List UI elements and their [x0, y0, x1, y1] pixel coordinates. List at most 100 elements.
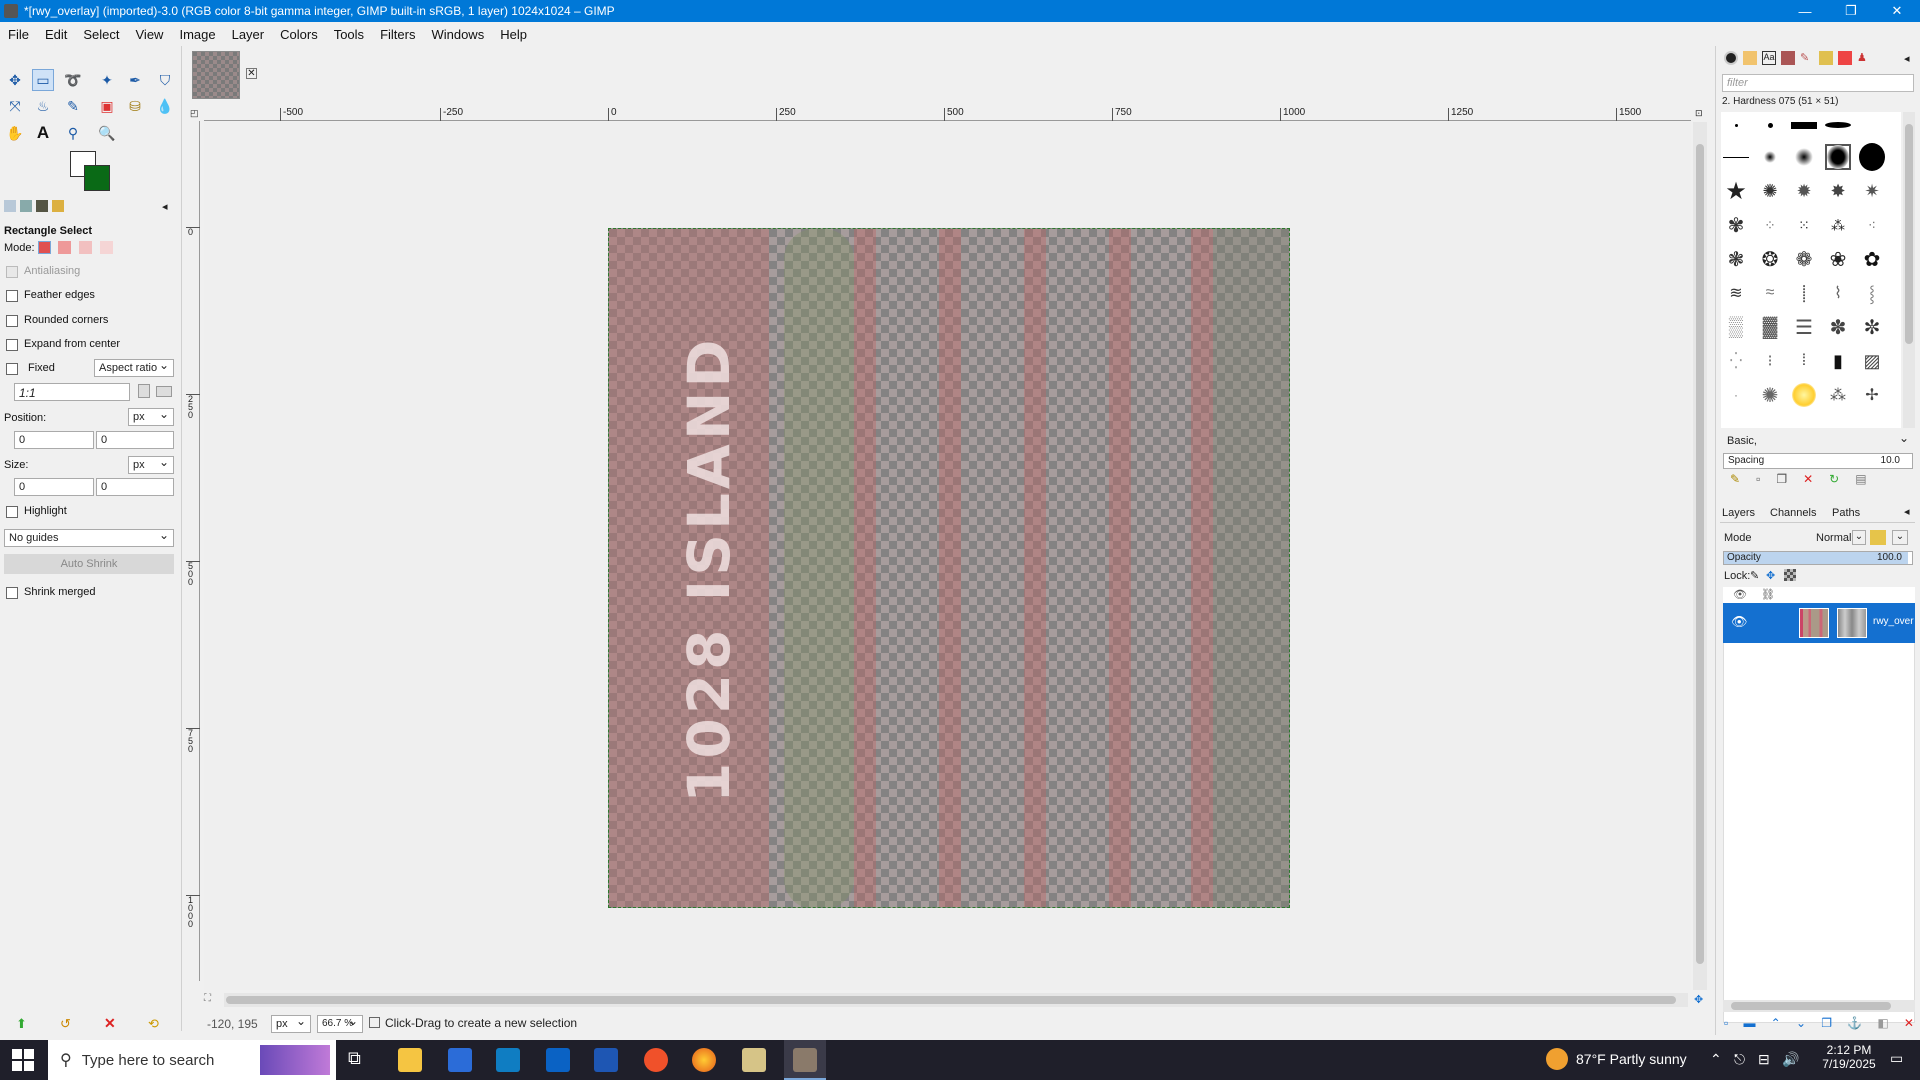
brush-item[interactable]: ⁘: [1757, 212, 1783, 238]
guides-dropdown[interactable]: No guides: [4, 528, 174, 547]
lower-layer-icon[interactable]: ⌄: [1796, 1016, 1806, 1030]
brush-item[interactable]: ❁: [1791, 246, 1817, 272]
fonts-tab-icon[interactable]: Aa: [1762, 51, 1776, 65]
rect-select-tool-icon[interactable]: ▭: [32, 69, 54, 91]
menu-help[interactable]: Help: [492, 27, 535, 42]
size-unit-dropdown[interactable]: px: [128, 455, 174, 474]
menu-select[interactable]: Select: [75, 27, 127, 42]
fuzzy-select-tool-icon[interactable]: ✦: [96, 69, 118, 91]
layer-visibility-icon[interactable]: 👁: [1731, 614, 1748, 630]
mode-add-icon[interactable]: [58, 241, 71, 254]
brush-item[interactable]: ⁛: [1723, 348, 1749, 374]
menu-filters[interactable]: Filters: [372, 27, 423, 42]
brush-item[interactable]: ⁂: [1825, 382, 1851, 408]
zoom-dropdown[interactable]: 66.7 %: [317, 1014, 363, 1033]
brush-item[interactable]: ✷: [1859, 178, 1885, 204]
menu-edit[interactable]: Edit: [37, 27, 75, 42]
brush-item[interactable]: [1791, 382, 1817, 408]
paths-tool-icon[interactable]: ✒: [124, 69, 146, 91]
opacity-slider[interactable]: Opacity 100.0: [1723, 551, 1913, 565]
brush-item[interactable]: [1859, 143, 1885, 171]
lock-position-icon[interactable]: ✥: [1766, 569, 1775, 582]
image-tab-close-icon[interactable]: ✕: [246, 68, 257, 79]
volume-icon[interactable]: 🔊: [1782, 1051, 1799, 1068]
brush-filter-input[interactable]: filter: [1722, 74, 1914, 92]
text-tool-icon[interactable]: A: [32, 122, 54, 144]
eraser-tool-icon[interactable]: ▣: [96, 95, 118, 117]
layer-thumbnail[interactable]: [1799, 608, 1829, 638]
menu-view[interactable]: View: [128, 27, 172, 42]
brush-item[interactable]: ✹: [1791, 178, 1817, 204]
brave-browser-icon[interactable]: [644, 1048, 668, 1072]
navigate-icon[interactable]: ⛶: [204, 993, 222, 1007]
layers-hscrollbar[interactable]: [1723, 1000, 1915, 1012]
brush-item[interactable]: [1825, 112, 1851, 138]
menu-file[interactable]: File: [0, 27, 37, 42]
brush-item[interactable]: ☰: [1791, 314, 1817, 340]
fixed-mode-dropdown[interactable]: Aspect ratio: [94, 358, 174, 377]
menu-tools[interactable]: Tools: [326, 27, 372, 42]
brush-item[interactable]: ≈: [1757, 280, 1783, 306]
gradients-tab-icon[interactable]: [1838, 51, 1852, 65]
brush-item[interactable]: ❃: [1723, 246, 1749, 272]
new-layer-group-icon[interactable]: ▬: [1743, 1016, 1755, 1030]
brush-item[interactable]: [1723, 144, 1749, 170]
image-tab-thumbnail[interactable]: [192, 51, 240, 99]
portrait-icon[interactable]: [138, 384, 150, 398]
brush-item[interactable]: ⁝: [1757, 348, 1783, 374]
brush-item[interactable]: ★: [1723, 178, 1749, 205]
maximize-button[interactable]: ❐: [1828, 0, 1874, 22]
layer-mode-dropdown-icon[interactable]: ⌄: [1852, 530, 1866, 545]
brush-item[interactable]: ⌇: [1825, 280, 1851, 306]
connection-icon[interactable]: ⊟: [1758, 1051, 1770, 1068]
zoom-tool-icon[interactable]: 🔍: [96, 122, 118, 144]
warp-transform-tool-icon[interactable]: ♨: [32, 95, 54, 117]
brush-item[interactable]: ·: [1723, 382, 1749, 408]
close-button[interactable]: ✕: [1874, 0, 1920, 22]
minimize-button[interactable]: —: [1782, 0, 1828, 22]
brush-item[interactable]: ⁖: [1859, 212, 1885, 238]
brush-grid[interactable]: ★ ✺ ✹ ✸ ✷ ✾ ⁘ ⁙ ⁂ ⁖ ❃ ❂ ❁ ❀ ✿ ≋ ≈ ⸽ ⌇ ⸾ …: [1721, 112, 1901, 428]
save-options-icon[interactable]: ⬆: [16, 1016, 27, 1032]
auto-shrink-button[interactable]: Auto Shrink: [4, 554, 174, 574]
weather-icon[interactable]: [1546, 1048, 1568, 1070]
size-width-field[interactable]: 0: [14, 478, 94, 496]
tab-layers[interactable]: Layers: [1722, 507, 1755, 519]
brush-item[interactable]: ✽: [1825, 314, 1851, 340]
brush-grid-scrollbar[interactable]: [1903, 112, 1915, 428]
brush-item[interactable]: [1791, 112, 1817, 138]
brush-item[interactable]: ⁂: [1825, 212, 1851, 238]
undo-history-tab-icon[interactable]: [36, 200, 48, 212]
dock-configure-icon[interactable]: ◂: [1904, 52, 1910, 65]
unit-dropdown[interactable]: px: [271, 1014, 311, 1033]
folder-app-icon[interactable]: [742, 1048, 766, 1072]
fixed-checkbox[interactable]: [6, 363, 18, 375]
color-picker-tool-icon[interactable]: ⚲: [62, 122, 84, 144]
navigate-canvas-icon[interactable]: ✥: [1694, 993, 1703, 1006]
duplicate-brush-icon[interactable]: ❐: [1776, 472, 1787, 486]
microsoft-store-icon[interactable]: [448, 1048, 472, 1072]
gimp-taskbar-button[interactable]: [784, 1040, 826, 1080]
quick-mask-corner-icon[interactable]: ◰: [190, 108, 202, 120]
raise-layer-icon[interactable]: ⌃: [1771, 1016, 1781, 1030]
smudge-tool-icon[interactable]: 💧: [154, 95, 176, 117]
ratio-field[interactable]: 1:1: [14, 383, 130, 401]
brush-item[interactable]: ❀: [1825, 246, 1851, 272]
lock-pixels-icon[interactable]: ✎: [1750, 569, 1759, 582]
paintbrush-tool-icon[interactable]: ✎: [62, 95, 84, 117]
anchor-layer-icon[interactable]: ⚓: [1847, 1016, 1862, 1030]
layer-name[interactable]: rwy_over: [1873, 616, 1914, 627]
clone-tool-icon[interactable]: ⛁: [124, 95, 146, 117]
weather-text[interactable]: 87°F Partly sunny: [1576, 1051, 1687, 1067]
images-tab-icon[interactable]: [52, 200, 64, 212]
palettes-tab-icon[interactable]: ♟: [1857, 51, 1871, 65]
brush-preset-dropdown[interactable]: Basic,: [1723, 431, 1913, 451]
brush-item[interactable]: ❂: [1757, 246, 1783, 272]
position-x-field[interactable]: 0: [14, 431, 94, 449]
brush-item-selected[interactable]: [1825, 144, 1851, 170]
tool-presets-tab-icon[interactable]: [1819, 51, 1833, 65]
clock[interactable]: 2:12 PM 7/19/2025: [1816, 1043, 1882, 1071]
zoom-fit-icon[interactable]: ⊡: [1695, 108, 1707, 120]
word-icon[interactable]: [594, 1048, 618, 1072]
brush-item[interactable]: ✿: [1859, 246, 1885, 272]
